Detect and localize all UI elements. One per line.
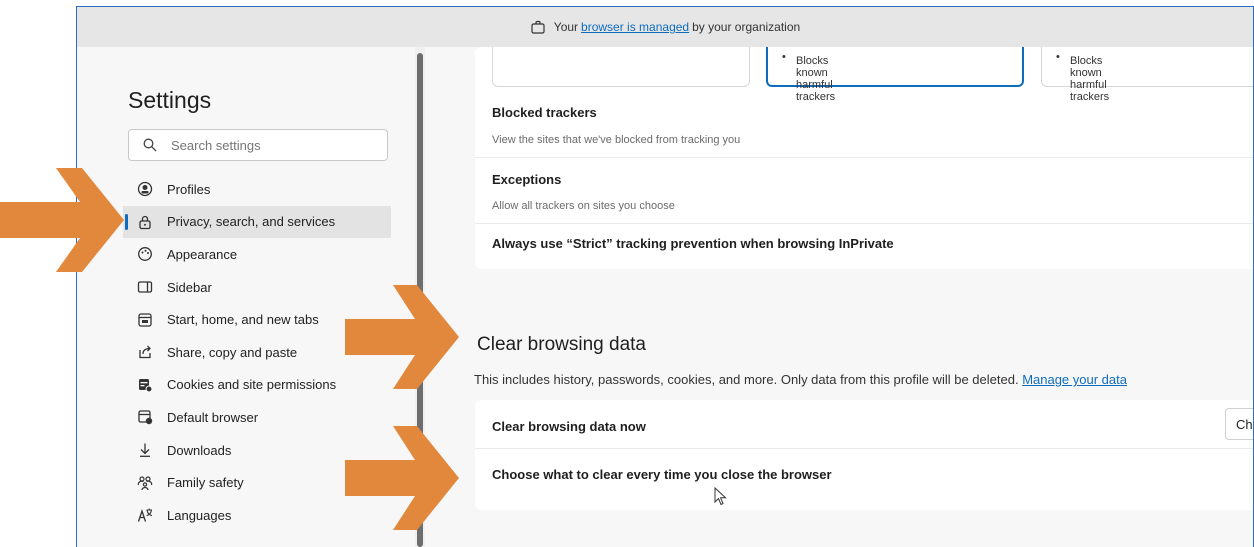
annotation-arrow-clear-on-close	[345, 426, 459, 530]
divider	[475, 448, 1253, 449]
sidebar-item-label: Start, home, and new tabs	[167, 312, 319, 328]
sidebar-item-label: Family safety	[167, 475, 244, 491]
tracking-option-bullet: • Blocks known harmful trackers	[1056, 51, 1110, 103]
blocked-trackers-desc: View the sites that we've blocked from t…	[492, 134, 741, 146]
lock-icon	[137, 214, 153, 230]
clear-on-close-row[interactable]: Choose what to clear every time you clos…	[492, 467, 832, 482]
tracking-prevention-card: • Blocks known harmful trackers • Blocks…	[475, 47, 1253, 269]
search-box[interactable]	[128, 129, 388, 161]
appearance-icon	[137, 246, 153, 262]
strict-inprivate-label: Always use “Strict” tracking prevention …	[492, 236, 894, 251]
browser-window: Your browser is managed by your organiza…	[76, 6, 1254, 547]
sidebar-item-label: Privacy, search, and services	[167, 214, 336, 230]
search-icon	[143, 138, 157, 152]
settings-content: • Blocks known harmful trackers • Blocks…	[425, 47, 1253, 547]
tracking-option-basic[interactable]	[492, 47, 750, 87]
cookies-icon	[137, 377, 153, 393]
sidebar-item-label: Default browser	[167, 409, 259, 425]
infobar-suffix: by your organization	[692, 20, 801, 34]
default-browser-icon	[137, 409, 153, 425]
profiles-icon	[137, 181, 153, 197]
sidebar-icon	[137, 279, 153, 295]
sidebar-item-profiles[interactable]: Profiles	[123, 173, 391, 206]
tracking-option-balanced[interactable]: • Blocks known harmful trackers	[766, 47, 1024, 103]
sidebar-item-label: Share, copy and paste	[167, 344, 298, 360]
languages-icon	[137, 507, 153, 523]
sidebar-item-label: Cookies and site permissions	[167, 377, 337, 393]
sidebar-item-label: Sidebar	[167, 279, 212, 295]
sidebar-item-label: Downloads	[167, 442, 232, 458]
exceptions-desc: Allow all trackers on sites you choose	[492, 200, 675, 212]
manage-your-data-link[interactable]: Manage your data	[1022, 372, 1127, 387]
clear-browsing-data-desc: This includes history, passwords, cookie…	[474, 372, 1127, 387]
sidebar-item-label: Languages	[167, 507, 232, 523]
family-icon	[137, 475, 153, 491]
mouse-cursor-icon	[714, 487, 727, 506]
tracking-option-bullet: • Blocks known harmful trackers	[782, 51, 836, 103]
infobar-prefix: Your	[553, 20, 579, 34]
sidebar-item-label: Profiles	[167, 181, 211, 197]
clear-browsing-data-heading: Clear browsing data	[477, 334, 646, 355]
annotation-arrow-clear-heading	[345, 285, 459, 389]
search-input[interactable]	[169, 136, 373, 154]
sidebar-item-privacy[interactable]: Privacy, search, and services	[123, 205, 391, 239]
briefcase-icon	[531, 20, 545, 34]
blocked-trackers-title[interactable]: Blocked trackers	[492, 105, 597, 120]
annotation-arrow-privacy	[0, 168, 124, 272]
share-icon	[137, 344, 153, 360]
choose-what-to-clear-button[interactable]: Choose what to clear	[1225, 408, 1253, 440]
divider	[475, 157, 1253, 158]
clear-browsing-card: Clear browsing data now Choose what to c…	[475, 400, 1253, 510]
exceptions-title[interactable]: Exceptions	[492, 172, 561, 187]
divider	[475, 223, 1253, 224]
home-tabs-icon	[137, 312, 153, 328]
browser-managed-link[interactable]: browser is managed	[581, 20, 689, 34]
tracking-option-strict[interactable]: • Blocks known harmful trackers	[1041, 47, 1253, 103]
sidebar-item-label: Appearance	[167, 246, 238, 262]
sidebar-item-appearance[interactable]: Appearance	[123, 238, 391, 271]
download-icon	[137, 442, 153, 458]
managed-infobar: Your browser is managed by your organiza…	[77, 7, 1253, 47]
clear-now-label: Clear browsing data now	[492, 419, 646, 434]
settings-title: Settings	[128, 87, 212, 113]
